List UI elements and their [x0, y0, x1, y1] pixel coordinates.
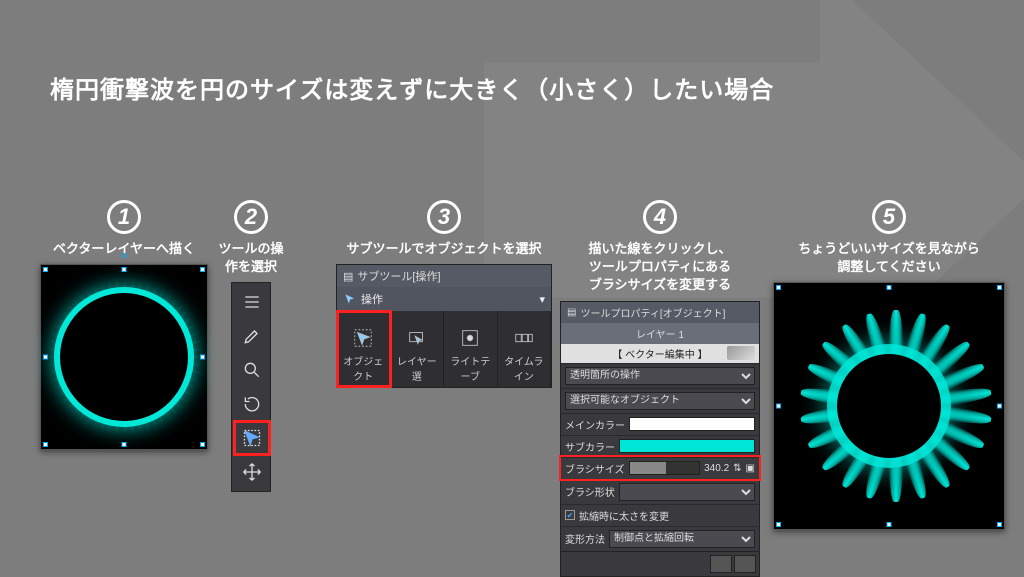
shockwave-ring [60, 293, 188, 421]
resize-handle[interactable] [200, 355, 205, 360]
layer-name: レイヤー 1 [636, 330, 684, 341]
vector-edit-label: 【 ベクター編集中 】 [612, 350, 707, 361]
rotate-tool-icon[interactable] [234, 387, 270, 421]
step-1: 1 ベクターレイヤーへ描く [34, 200, 214, 450]
panel-icon: ▤ [567, 307, 576, 318]
step-number-3: 3 [427, 200, 461, 234]
property-header-label: ツールプロパティ[オブジェクト] [580, 305, 725, 320]
step-number-5: 5 [872, 200, 906, 234]
tab-label: レイヤー選 [397, 357, 437, 383]
panel-icon: ▤ [343, 270, 353, 283]
burst-core [837, 354, 941, 458]
selectable-obj-select[interactable]: 選択可能なオブジェクト [565, 392, 755, 410]
shockwave-burst [809, 326, 969, 486]
tab-light-table[interactable]: ライトテーブ [444, 311, 498, 387]
step-2: 2 ツールの操作を選択 [216, 200, 286, 492]
brush-size-value[interactable]: 340.2 [704, 463, 729, 474]
subtool-panel: ▤ サブツール[操作] 操作 ▾ オブジェクト レイヤー選 ライトテーブ タ [336, 264, 552, 388]
resize-handle[interactable] [43, 442, 48, 447]
layer-name-bar[interactable]: レイヤー 1 [561, 323, 759, 344]
brush-size-slider[interactable] [629, 461, 701, 475]
brush-tool-icon[interactable] [234, 319, 270, 353]
subtool-header-label: サブツール[操作] [357, 268, 440, 284]
vector-edit-badge: 【 ベクター編集中 】 [561, 344, 759, 363]
sub-color-label: サブカラー [565, 439, 615, 454]
chevron-down-icon[interactable]: ▾ [539, 293, 545, 306]
move-tool-icon[interactable] [234, 455, 270, 489]
step-number-1: 1 [107, 200, 141, 234]
canvas-preview-2[interactable] [773, 282, 1005, 530]
row-scale-width: ✔ 拡縮時に太さを変更 [561, 504, 759, 526]
resize-handle[interactable] [43, 355, 48, 360]
deform-label: 変形方法 [565, 531, 605, 546]
step-5-label: ちょうどいいサイズを見ながら 調整してください [798, 240, 980, 276]
stepper-icon[interactable]: ⇅ [733, 463, 741, 474]
step-2-label: ツールの操作を選択 [216, 240, 286, 276]
step-3-label: サブツールでオブジェクトを選択 [346, 240, 541, 258]
row-brush-size: ブラシサイズ 340.2 ⇅ ▣ [561, 457, 759, 479]
property-footer [561, 551, 759, 576]
resize-handle[interactable] [43, 267, 48, 272]
step-number-4: 4 [643, 200, 677, 234]
brush-shape-label: ブラシ形状 [565, 484, 615, 499]
scale-width-checkbox[interactable]: ✔ [565, 510, 575, 520]
subtool-group-label: 操作 [361, 291, 383, 307]
step-5: 5 ちょうどいいサイズを見ながら 調整してください [770, 200, 1008, 530]
tab-label: オブジェクト [343, 357, 383, 383]
resize-handle[interactable] [122, 267, 127, 272]
operation-icon [343, 292, 357, 306]
resize-handle[interactable] [887, 285, 892, 290]
transparent-op-select[interactable]: 透明箇所の操作 [565, 367, 755, 385]
resize-handle[interactable] [776, 285, 781, 290]
canvas-preview-1[interactable] [40, 264, 208, 450]
step-4: 4 描いた線をクリックし、 ツールプロパティにある ブラシサイズを変更する ▤ … [554, 200, 766, 577]
row-deform: 変形方法 制御点と拡縮回転 [561, 526, 759, 551]
resize-handle[interactable] [200, 442, 205, 447]
rotate-handle[interactable] [122, 253, 127, 258]
main-color-swatch[interactable] [629, 417, 755, 431]
row-sub-color: サブカラー [561, 435, 759, 457]
resize-handle[interactable] [997, 285, 1002, 290]
row-main-color: メインカラー [561, 413, 759, 435]
row-selectable-obj: 選択可能なオブジェクト [561, 388, 759, 413]
scale-width-label: 拡縮時に太さを変更 [579, 508, 669, 523]
menu-icon[interactable] [234, 285, 270, 319]
subtool-header[interactable]: ▤ サブツール[操作] [337, 265, 551, 287]
property-header[interactable]: ▤ ツールプロパティ[オブジェクト] [561, 302, 759, 323]
resize-handle[interactable] [997, 404, 1002, 409]
brush-shape-select[interactable] [619, 483, 755, 501]
link-icon[interactable]: ▣ [746, 463, 755, 474]
tab-label: ライトテーブ [450, 357, 490, 383]
tab-object[interactable]: オブジェクト [337, 311, 391, 387]
brush-size-label: ブラシサイズ [565, 461, 625, 476]
row-transparent-op: 透明箇所の操作 [561, 363, 759, 388]
resize-handle[interactable] [887, 522, 892, 527]
step-4-label: 描いた線をクリックし、 ツールプロパティにある ブラシサイズを変更する [588, 240, 731, 295]
wrench-icon[interactable] [734, 555, 756, 573]
sub-color-swatch[interactable] [619, 439, 755, 453]
page-title: 楕円衝撃波を円のサイズは変えずに大きく（小さく）したい場合 [50, 70, 774, 105]
subtool-titlebar[interactable]: 操作 ▾ [337, 287, 551, 311]
operation-tool-icon[interactable] [234, 421, 270, 455]
tab-timeline[interactable]: タイムライン [498, 311, 552, 387]
step-3: 3 サブツールでオブジェクトを選択 ▤ サブツール[操作] 操作 ▾ オブジェク… [336, 200, 552, 388]
tab-layer-select[interactable]: レイヤー選 [391, 311, 445, 387]
resize-handle[interactable] [122, 442, 127, 447]
resize-handle[interactable] [776, 404, 781, 409]
row-brush-shape: ブラシ形状 [561, 479, 759, 504]
deform-select[interactable]: 制御点と拡縮回転 [609, 530, 755, 548]
resize-handle[interactable] [776, 522, 781, 527]
zoom-tool-icon[interactable] [234, 353, 270, 387]
reset-button[interactable] [710, 555, 732, 573]
step-number-2: 2 [234, 200, 268, 234]
resize-handle[interactable] [997, 522, 1002, 527]
tab-label: タイムライン [504, 357, 543, 383]
tool-toolbar [231, 282, 271, 492]
resize-handle[interactable] [200, 267, 205, 272]
subtool-tabs: オブジェクト レイヤー選 ライトテーブ タイムライン [337, 311, 551, 387]
tool-property-panel: ▤ ツールプロパティ[オブジェクト] レイヤー 1 【 ベクター編集中 】 透明… [560, 301, 760, 577]
main-color-label: メインカラー [565, 417, 625, 432]
